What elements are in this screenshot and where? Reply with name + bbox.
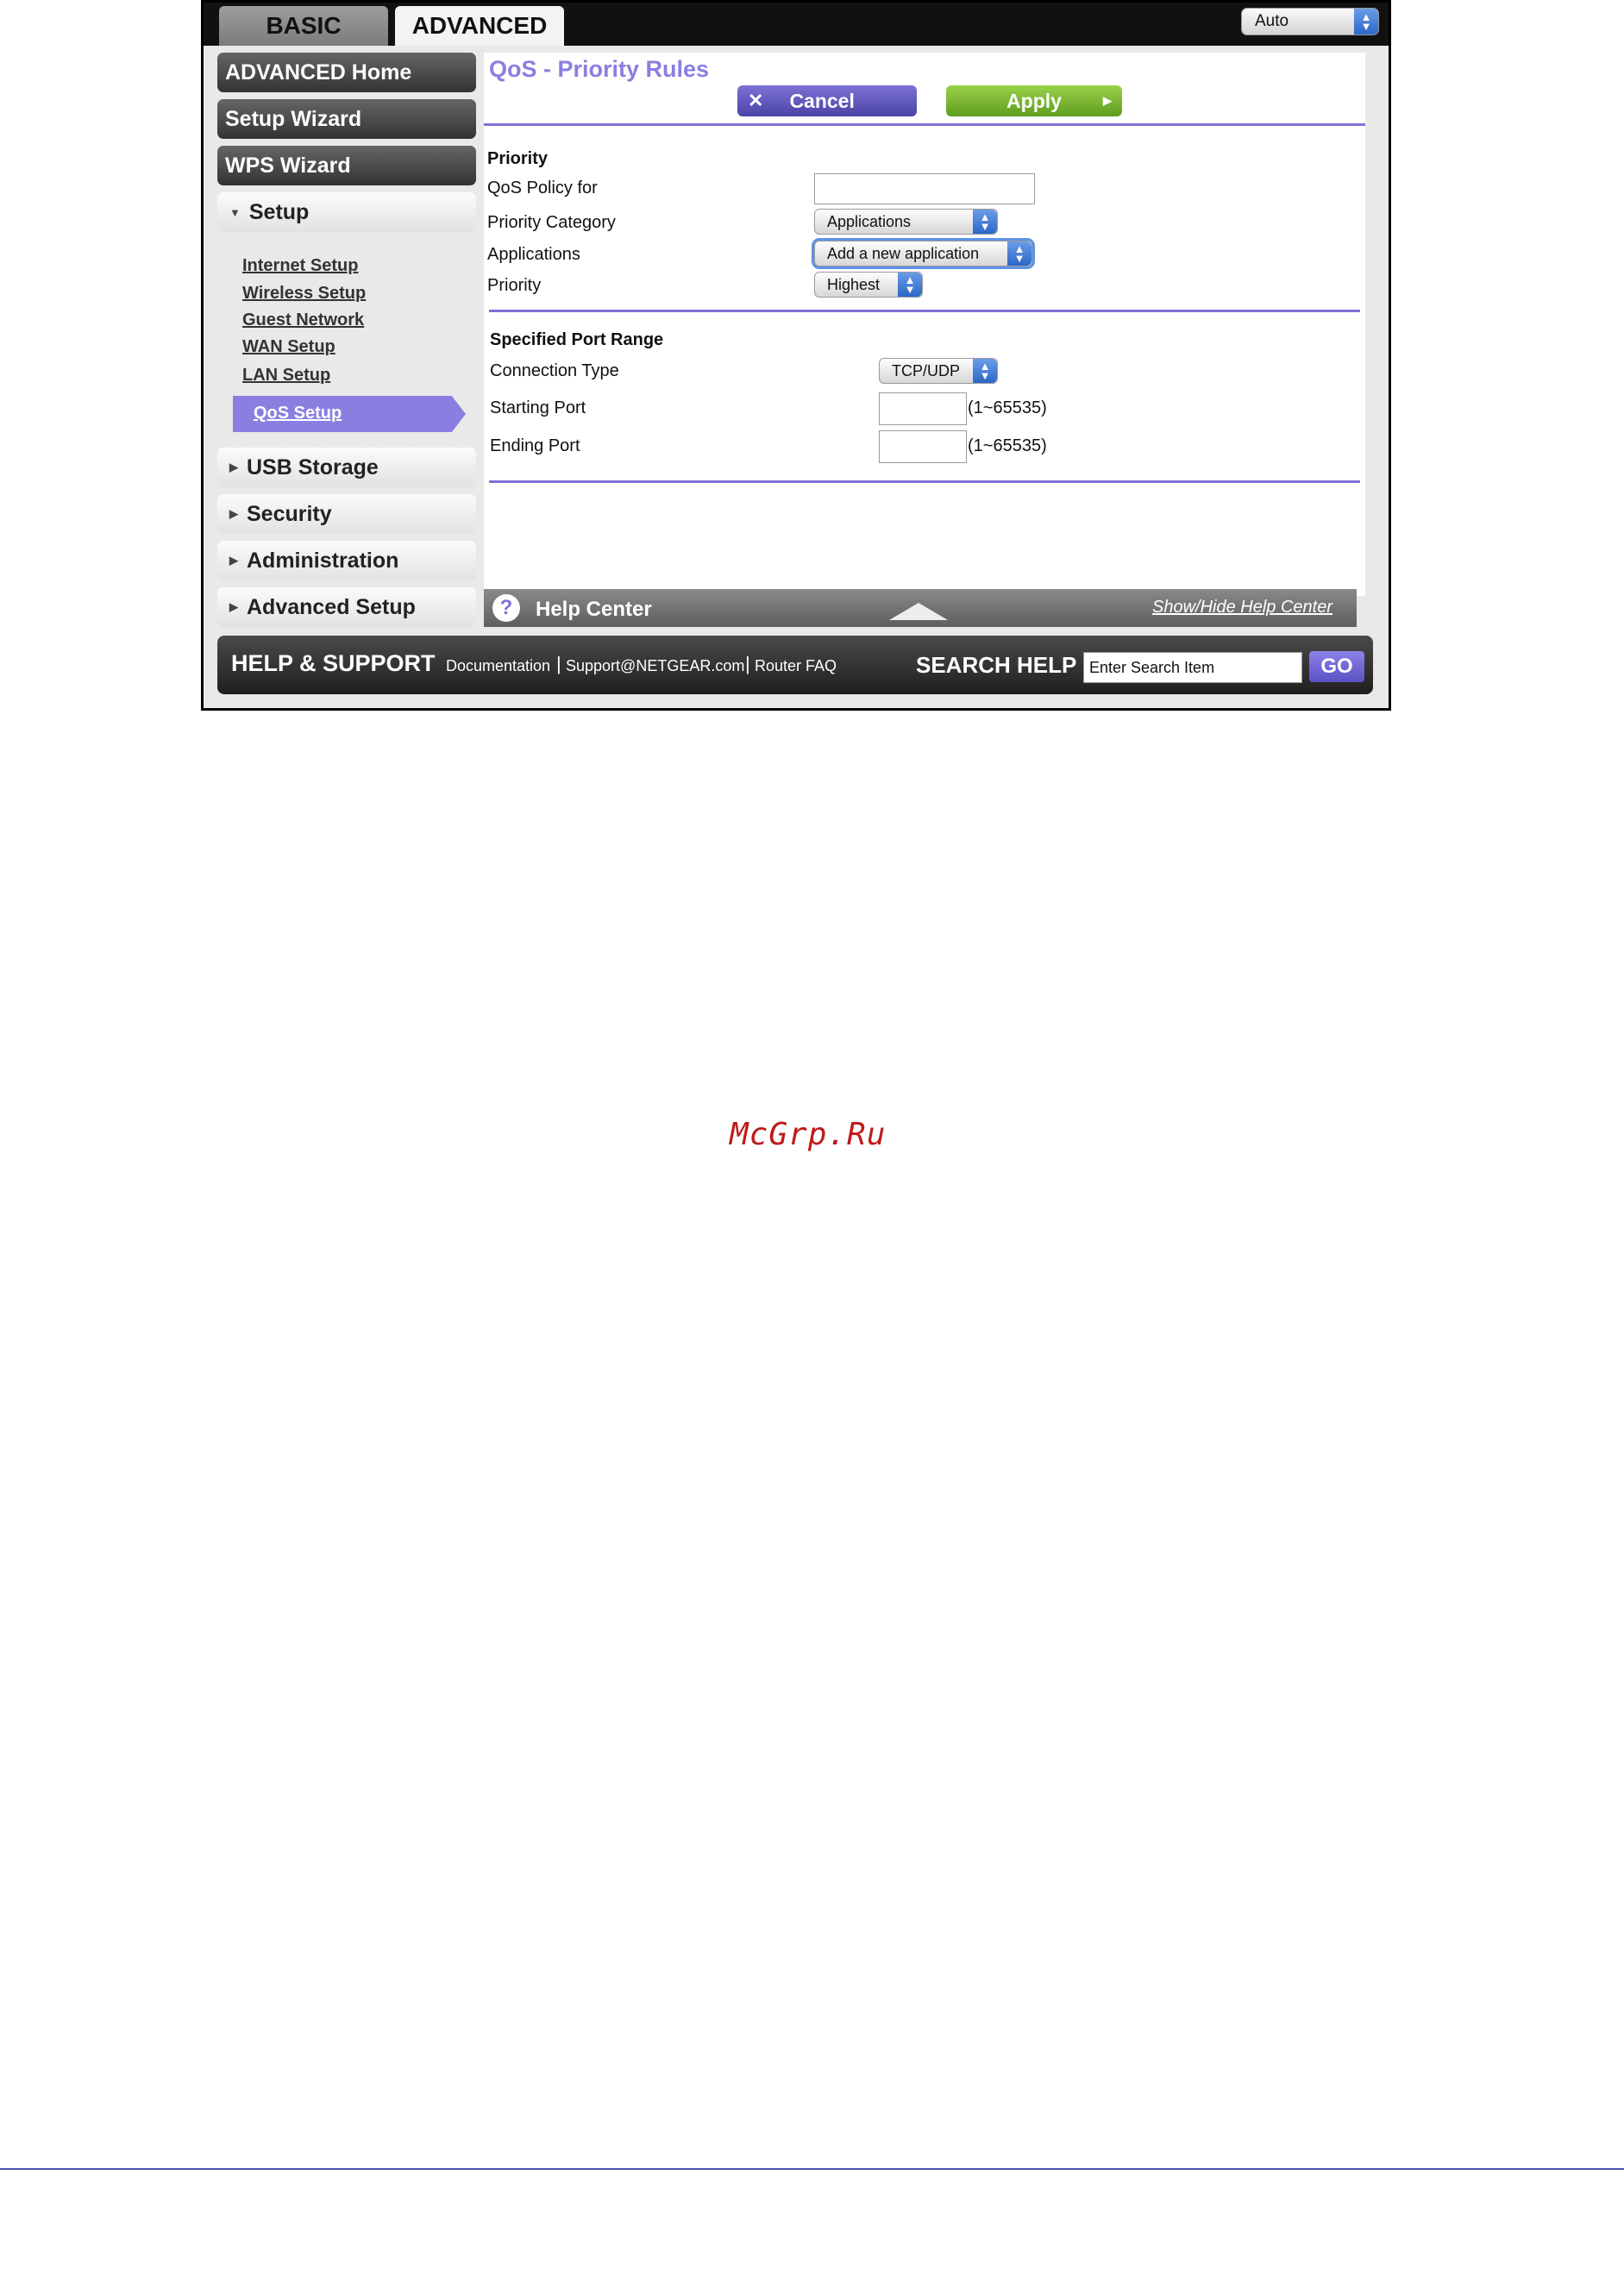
starting-port-hint: (1~65535): [968, 398, 1047, 417]
search-help-label: SEARCH HELP: [916, 652, 1077, 678]
priority-category-value: Applications: [827, 213, 912, 230]
collapsed-triangle-icon: ▶: [229, 600, 238, 613]
separator: |: [556, 653, 561, 674]
cancel-button-label: Cancel: [789, 89, 855, 112]
qos-policy-label: QoS Policy for: [487, 179, 598, 197]
port-range-section-title: Specified Port Range: [490, 330, 664, 349]
help-support-footer: HELP & SUPPORT Documentation | Support@N…: [217, 636, 1373, 694]
question-icon: ?: [492, 594, 520, 622]
select-arrows-icon: ▲ ▼: [973, 210, 997, 234]
connection-type-label: Connection Type: [490, 361, 619, 380]
sidebar-item-guest-network[interactable]: Guest Network: [242, 310, 364, 330]
priority-label: Priority: [487, 276, 542, 295]
separator: |: [745, 653, 750, 674]
qos-policy-input[interactable]: [814, 173, 1035, 204]
sidebar-usb-storage[interactable]: ▶ USB Storage: [217, 448, 476, 487]
connection-type-value: TCP/UDP: [892, 362, 961, 379]
sidebar-advanced-setup[interactable]: ▶ Advanced Setup: [217, 587, 476, 627]
priority-value: Highest: [827, 276, 881, 293]
sidebar-administration[interactable]: ▶ Administration: [217, 541, 476, 580]
priority-select[interactable]: Highest ▲ ▼: [814, 272, 923, 298]
search-input[interactable]: [1083, 652, 1302, 683]
sidebar-usb-storage-label: USB Storage: [247, 455, 379, 480]
ending-port-input[interactable]: [879, 430, 967, 463]
starting-port-input[interactable]: [879, 392, 967, 425]
apply-button[interactable]: Apply ▶: [946, 85, 1122, 116]
collapsed-triangle-icon: ▶: [229, 507, 238, 520]
router-admin-window: BASIC ADVANCED Auto ▲ ▼ ADVANCED Home Set…: [201, 0, 1391, 711]
watermark-text: McGrp.Ru: [730, 1117, 887, 1152]
window-body: BASIC ADVANCED Auto ▲ ▼ ADVANCED Home Set…: [204, 3, 1389, 708]
applications-label: Applications: [487, 245, 580, 264]
collapsed-triangle-icon: ▶: [229, 554, 238, 567]
divider: [489, 310, 1360, 312]
page-title: QoS - Priority Rules: [489, 56, 710, 82]
sidebar-wps-wizard[interactable]: WPS Wizard: [217, 146, 476, 185]
starting-port-label: Starting Port: [490, 398, 586, 417]
sidebar-item-wan-setup[interactable]: WAN Setup: [242, 337, 335, 357]
go-button[interactable]: GO: [1309, 651, 1364, 682]
sidebar-advanced-setup-label: Advanced Setup: [247, 594, 416, 619]
sidebar-item-qos-setup-label: QoS Setup: [254, 404, 342, 423]
cancel-button[interactable]: ✕ Cancel: [737, 85, 917, 116]
sidebar-item-internet-setup[interactable]: Internet Setup: [242, 256, 358, 276]
ending-port-label: Ending Port: [490, 436, 580, 455]
documentation-link[interactable]: Documentation: [446, 657, 550, 675]
apply-button-label: Apply: [1006, 89, 1062, 112]
sidebar-administration-label: Administration: [247, 548, 399, 573]
play-arrow-icon: ▶: [1103, 94, 1112, 107]
sidebar-security[interactable]: ▶ Security: [217, 494, 476, 534]
language-select-value: Auto: [1255, 12, 1289, 30]
connection-type-select[interactable]: TCP/UDP ▲ ▼: [879, 358, 998, 384]
sidebar-setup-label: Setup: [248, 199, 310, 224]
collapsed-triangle-icon: ▶: [229, 461, 238, 473]
divider: [484, 123, 1365, 126]
tab-advanced[interactable]: ADVANCED: [395, 6, 564, 46]
select-arrows-icon: ▲ ▼: [1354, 9, 1378, 34]
divider: [489, 480, 1360, 483]
sidebar-item-qos-setup[interactable]: QoS Setup: [233, 396, 466, 432]
select-arrows-icon: ▲ ▼: [1007, 241, 1031, 266]
priority-category-label: Priority Category: [487, 213, 616, 232]
sidebar-advanced-home[interactable]: ADVANCED Home: [217, 53, 476, 92]
sidebar-item-wireless-setup[interactable]: Wireless Setup: [242, 284, 366, 304]
top-tab-bar: BASIC ADVANCED Auto ▲ ▼: [204, 3, 1389, 46]
priority-category-select[interactable]: Applications ▲ ▼: [814, 209, 998, 235]
main-content: QoS - Priority Rules ✕ Cancel Apply ▶ Pr…: [484, 53, 1365, 627]
applications-select[interactable]: Add a new application ▲ ▼: [814, 241, 1032, 266]
sidebar-setup-wizard[interactable]: Setup Wizard: [217, 99, 476, 139]
help-center-title: Help Center: [536, 598, 652, 621]
priority-section-title: Priority: [487, 149, 549, 168]
ending-port-hint: (1~65535): [968, 436, 1047, 455]
select-arrows-icon: ▲ ▼: [973, 359, 997, 383]
sidebar-security-label: Security: [247, 501, 332, 526]
help-center-bar: ? Help Center Show/Hide Help Center: [484, 589, 1357, 627]
close-icon: ✕: [748, 90, 764, 111]
sidebar-item-lan-setup[interactable]: LAN Setup: [242, 366, 330, 386]
sidebar-setup[interactable]: ▼ Setup: [217, 192, 476, 232]
tab-basic[interactable]: BASIC: [219, 6, 388, 46]
language-select[interactable]: Auto ▲ ▼: [1241, 8, 1379, 35]
support-email-link[interactable]: Support@NETGEAR.com: [566, 657, 744, 675]
page-bottom-rule: [0, 2168, 1624, 2170]
help-support-title: HELP & SUPPORT: [231, 650, 436, 676]
expand-up-arrow-icon[interactable]: [889, 603, 948, 620]
show-hide-help-link[interactable]: Show/Hide Help Center: [1152, 598, 1332, 618]
select-arrows-icon: ▲ ▼: [898, 273, 922, 297]
router-faq-link[interactable]: Router FAQ: [755, 657, 837, 675]
expanded-triangle-icon: ▼: [229, 205, 241, 219]
applications-value: Add a new application: [827, 245, 980, 262]
